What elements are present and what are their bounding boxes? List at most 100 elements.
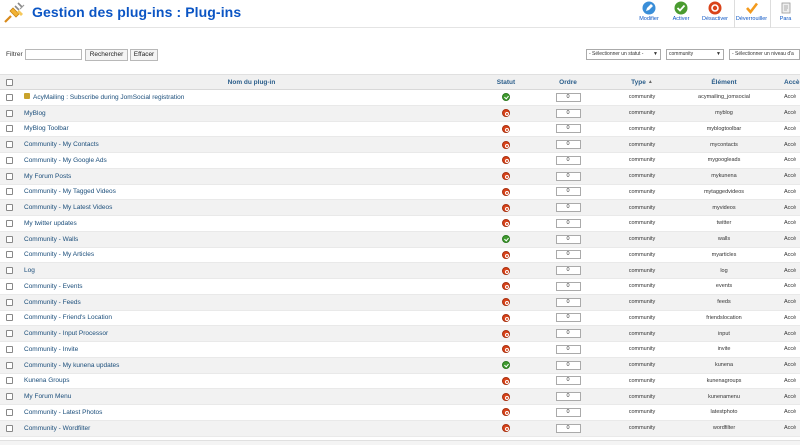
access-cell[interactable]: Accè [784,311,800,326]
row-checkbox[interactable] [6,219,13,227]
disabled-icon[interactable] [502,376,510,385]
clear-button[interactable]: Effacer [130,49,158,61]
row-checkbox[interactable] [6,393,13,401]
access-cell[interactable]: Accè [784,122,800,137]
enabled-icon[interactable] [502,361,510,370]
disabled-icon[interactable] [502,140,510,149]
row-checkbox[interactable] [6,188,13,196]
access-cell[interactable]: Accè [784,185,800,200]
disabled-icon[interactable] [502,345,510,354]
plugin-name-link[interactable]: My Forum Menu [24,393,71,400]
lock-icon[interactable] [24,93,30,100]
disabled-icon[interactable] [502,187,510,196]
enabled-icon[interactable] [502,93,510,102]
order-input[interactable]: 0 [555,203,581,213]
select-all-checkbox[interactable] [6,78,13,86]
disabled-icon[interactable] [502,424,510,433]
plugin-name-link[interactable]: Community - My Articles [24,251,94,258]
disabled-icon[interactable] [502,282,510,291]
order-input[interactable]: 0 [555,360,581,370]
disabled-icon[interactable] [502,219,510,228]
row-checkbox[interactable] [6,204,13,212]
disabled-icon[interactable] [502,156,510,165]
plugin-name-link[interactable]: Community - Wordfilter [24,425,90,432]
order-input[interactable]: 0 [555,140,581,150]
row-checkbox[interactable] [6,251,13,259]
row-checkbox[interactable] [6,156,13,164]
order-input[interactable]: 0 [555,376,581,386]
header-element[interactable]: Élément [674,75,774,89]
row-checkbox[interactable] [6,298,13,306]
access-cell[interactable]: Accè [784,106,800,121]
access-cell[interactable]: Accè [784,216,800,231]
access-cell[interactable]: Accè [784,421,800,436]
order-input[interactable]: 0 [555,171,581,181]
header-name[interactable]: Nom du plug-in [24,75,479,89]
row-checkbox[interactable] [6,93,13,101]
row-checkbox[interactable] [6,377,13,385]
access-cell[interactable]: Accè [784,169,800,184]
order-input[interactable]: 0 [555,124,581,134]
filter-input[interactable] [25,49,82,60]
plugin-name-link[interactable]: Community - Latest Photos [24,409,102,416]
disabled-icon[interactable] [502,392,510,401]
plugin-name-link[interactable]: My Forum Posts [24,173,71,180]
order-input[interactable]: 0 [555,218,581,228]
access-cell[interactable]: Accè [784,200,800,215]
access-cell[interactable]: Accè [784,263,800,278]
row-checkbox[interactable] [6,361,13,369]
plugin-name-link[interactable]: MyBlog Toolbar [24,125,69,132]
plugin-name-link[interactable]: Community - My Google Ads [24,157,107,164]
access-cell[interactable]: Accè [784,137,800,152]
row-checkbox[interactable] [6,109,13,117]
row-checkbox[interactable] [6,282,13,290]
status-select[interactable]: - Sélectionner un statut - ▼ [586,49,661,60]
row-checkbox[interactable] [6,172,13,180]
access-cell[interactable]: Accè [784,326,800,341]
order-input[interactable]: 0 [555,329,581,339]
disabled-icon[interactable] [502,313,510,322]
plugin-name-link[interactable]: Community - My Contacts [24,141,99,148]
access-cell[interactable]: Accè [784,405,800,420]
order-input[interactable]: 0 [555,423,581,433]
access-select[interactable]: - Sélectionner un niveau d'a [729,49,800,60]
plugin-name-link[interactable]: Community - Friend's Location [24,314,112,321]
order-input[interactable]: 0 [555,281,581,291]
plugin-name-link[interactable]: Log [24,267,35,274]
disabled-icon[interactable] [502,109,510,118]
disabled-icon[interactable] [502,250,510,259]
order-input[interactable]: 0 [555,155,581,165]
row-checkbox[interactable] [6,345,13,353]
plugin-name-link[interactable]: Community - Invite [24,346,78,353]
access-cell[interactable]: Accè [784,389,800,404]
order-input[interactable]: 0 [555,266,581,276]
access-cell[interactable]: Accè [784,248,800,263]
disabled-icon[interactable] [502,172,510,181]
plugin-name-link[interactable]: Community - Feeds [24,299,81,306]
row-checkbox[interactable] [6,141,13,149]
modify-button[interactable]: Modifier [634,0,664,28]
row-checkbox[interactable] [6,314,13,322]
header-access[interactable]: Accè [784,75,800,89]
disabled-icon[interactable] [502,266,510,275]
disabled-icon[interactable] [502,329,510,338]
plugin-name-link[interactable]: Community - Events [24,283,83,290]
plugin-name-link[interactable]: Community - My Tagged Videos [24,188,116,195]
order-input[interactable]: 0 [555,92,581,102]
enabled-icon[interactable] [502,235,510,244]
row-checkbox[interactable] [6,424,13,432]
type-select[interactable]: community ▼ [666,49,724,60]
access-cell[interactable]: Accè [784,358,800,373]
unlock-button[interactable]: Déverrouiller [734,0,768,28]
access-cell[interactable]: Accè [784,232,800,247]
plugin-name-link[interactable]: Kunena Groups [24,377,70,384]
order-input[interactable]: 0 [555,313,581,323]
order-input[interactable]: 0 [555,108,581,118]
access-cell[interactable]: Accè [784,279,800,294]
disable-button[interactable]: Désactiver [698,0,732,28]
header-status[interactable]: Statut [484,75,528,89]
row-checkbox[interactable] [6,408,13,416]
order-input[interactable]: 0 [555,234,581,244]
enable-button[interactable]: Activer [666,0,696,28]
parameters-button[interactable]: Para [770,0,800,28]
